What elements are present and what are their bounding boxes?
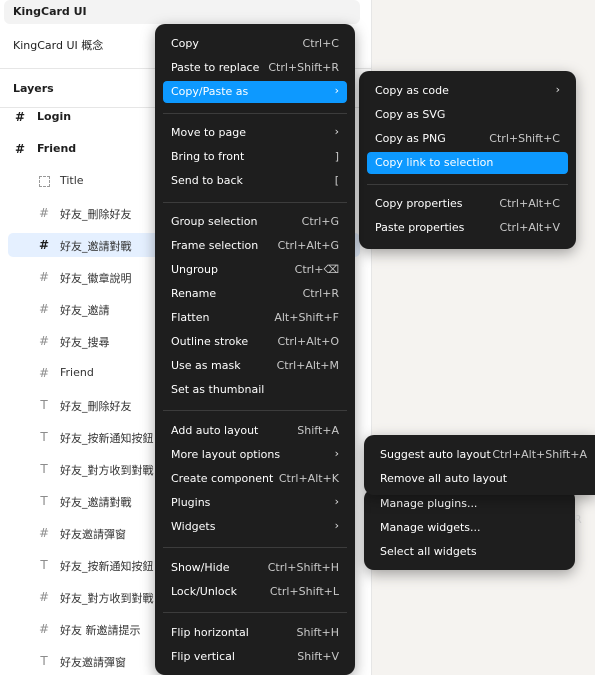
chevron-right-icon: › xyxy=(334,447,339,460)
frame-hash-icon: # xyxy=(38,270,50,284)
frame-hash-icon: # xyxy=(38,622,50,636)
menu-item-manage-plugins[interactable]: Manage plugins... xyxy=(372,493,567,515)
menu-item-suggest-auto-layout[interactable]: Suggest auto layout Ctrl+Alt+Shift+A xyxy=(372,444,595,466)
text-icon: T xyxy=(40,430,48,444)
menu-item-copy-as-png[interactable]: Copy as PNG Ctrl+Shift+C xyxy=(367,128,568,150)
menu-item-copy-properties[interactable]: Copy properties Ctrl+Alt+C xyxy=(367,193,568,215)
layers-title: Layers xyxy=(13,82,54,95)
layer-label: Login xyxy=(37,110,72,123)
menu-item-rename[interactable]: Rename Ctrl+R xyxy=(163,283,347,305)
layer-label: 好友_徽章說明 xyxy=(60,272,132,285)
menu-item-group-selection[interactable]: Group selection Ctrl+G xyxy=(163,211,347,233)
layer-label: 好友_對方收到對戰 xyxy=(60,592,154,605)
chevron-right-icon: › xyxy=(334,519,339,532)
layer-label: 好友_刪除好友 xyxy=(60,400,132,413)
page-name[interactable]: KingCard UI 概念 xyxy=(13,37,103,53)
menu-item-plugins[interactable]: Plugins › xyxy=(163,492,347,514)
menu-separator xyxy=(163,612,347,613)
text-icon: T xyxy=(40,494,48,508)
text-icon: T xyxy=(40,398,48,412)
menu-item-copy-as-code[interactable]: Copy as code › xyxy=(367,80,568,102)
layer-label: Friend xyxy=(37,142,77,155)
menu-item-ungroup[interactable]: Ungroup Ctrl+⌫ xyxy=(163,259,347,281)
file-header[interactable]: KingCard UI xyxy=(4,0,360,24)
menu-item-lock-unlock[interactable]: Lock/Unlock Ctrl+Shift+L xyxy=(163,581,347,603)
chevron-right-icon: › xyxy=(555,83,560,96)
chevron-right-icon: › xyxy=(334,125,339,138)
layer-label: 好友_按新通知按鈕 xyxy=(60,432,154,445)
file-title: KingCard UI xyxy=(13,5,87,18)
text-icon: T xyxy=(40,558,48,572)
menu-item-select-all-widgets[interactable]: Select all widgets xyxy=(372,541,567,563)
frame-hash-icon: # xyxy=(38,590,50,604)
menu-item-flatten[interactable]: Flatten Alt+Shift+F xyxy=(163,307,347,329)
layer-label: 好友_搜尋 xyxy=(60,336,110,349)
context-menu: Copy Ctrl+C Paste to replace Ctrl+Shift+… xyxy=(155,24,355,675)
layer-label: 好友 新邀請提示 xyxy=(60,624,141,637)
menu-item-bring-to-front[interactable]: Bring to front ] xyxy=(163,146,347,168)
frame-hash-icon: # xyxy=(38,206,50,220)
menu-item-set-as-thumbnail[interactable]: Set as thumbnail xyxy=(163,379,347,401)
widgets-submenu: Manage plugins... Manage widgets... Sele… xyxy=(364,489,575,570)
frame-hash-icon: # xyxy=(38,526,50,540)
text-icon: T xyxy=(40,654,48,668)
layer-label: 好友_邀請對戰 xyxy=(60,240,132,253)
menu-item-copy[interactable]: Copy Ctrl+C xyxy=(163,33,347,55)
layer-label: 好友_邀請 xyxy=(60,304,110,317)
menu-item-add-auto-layout[interactable]: Add auto layout Shift+A xyxy=(163,420,347,442)
frame-hash-icon: # xyxy=(38,238,50,252)
menu-separator xyxy=(163,547,347,548)
frame-hash-icon: # xyxy=(38,302,50,316)
menu-item-create-component[interactable]: Create component Ctrl+Alt+K xyxy=(163,468,347,490)
menu-item-flip-vertical[interactable]: Flip vertical Shift+V xyxy=(163,646,347,668)
chevron-right-icon: › xyxy=(334,495,339,508)
layer-label: 好友_按新通知按鈕 xyxy=(60,560,154,573)
menu-item-use-as-mask[interactable]: Use as mask Ctrl+Alt+M xyxy=(163,355,347,377)
menu-item-outline-stroke[interactable]: Outline stroke Ctrl+Alt+O xyxy=(163,331,347,353)
menu-item-flip-horizontal[interactable]: Flip horizontal Shift+H xyxy=(163,622,347,644)
menu-separator xyxy=(163,410,347,411)
layer-label: Friend xyxy=(60,366,94,379)
menu-item-move-to-page[interactable]: Move to page › xyxy=(163,122,347,144)
menu-item-remove-all-auto-layout[interactable]: Remove all auto layout xyxy=(372,468,587,490)
menu-separator xyxy=(163,113,347,114)
layout-submenu: Suggest auto layout Ctrl+Alt+Shift+A Rem… xyxy=(364,435,595,495)
layer-label: 好友_對方收到對戰 xyxy=(60,464,154,477)
menu-item-paste-to-replace[interactable]: Paste to replace Ctrl+Shift+R xyxy=(163,57,347,79)
layer-label: 好友_邀請對戰 xyxy=(60,496,132,509)
frame-hash-icon: # xyxy=(14,110,26,124)
menu-item-paste-properties[interactable]: Paste properties Ctrl+Alt+V xyxy=(367,217,568,239)
text-icon: T xyxy=(40,462,48,476)
menu-separator xyxy=(367,184,568,185)
menu-item-copy-paste-as[interactable]: Copy/Paste as › xyxy=(163,81,347,103)
partial-shortcut: R xyxy=(574,513,582,526)
frame-dashed-icon xyxy=(37,174,51,188)
frame-hash-icon: # xyxy=(38,366,50,380)
menu-item-copy-as-svg[interactable]: Copy as SVG xyxy=(367,104,568,126)
menu-item-copy-link-to-selection[interactable]: Copy link to selection xyxy=(367,152,568,174)
copy-paste-submenu: Copy as code › Copy as SVG Copy as PNG C… xyxy=(359,71,576,249)
layer-label: 好友邀請彈窗 xyxy=(60,528,126,541)
menu-separator xyxy=(163,202,347,203)
menu-item-more-layout-options[interactable]: More layout options › xyxy=(163,444,347,466)
menu-item-widgets[interactable]: Widgets › xyxy=(163,516,347,538)
menu-item-frame-selection[interactable]: Frame selection Ctrl+Alt+G xyxy=(163,235,347,257)
menu-item-send-to-back[interactable]: Send to back [ xyxy=(163,170,347,192)
menu-item-manage-widgets[interactable]: Manage widgets... xyxy=(372,517,567,539)
frame-hash-icon: # xyxy=(14,142,26,156)
layer-label: Title xyxy=(60,174,84,187)
frame-hash-icon: # xyxy=(38,334,50,348)
layer-label: 好友邀請彈窗 xyxy=(60,656,126,669)
layer-label: 好友_刪除好友 xyxy=(60,208,132,221)
chevron-right-icon: › xyxy=(334,84,339,97)
menu-item-show-hide[interactable]: Show/Hide Ctrl+Shift+H xyxy=(163,557,347,579)
